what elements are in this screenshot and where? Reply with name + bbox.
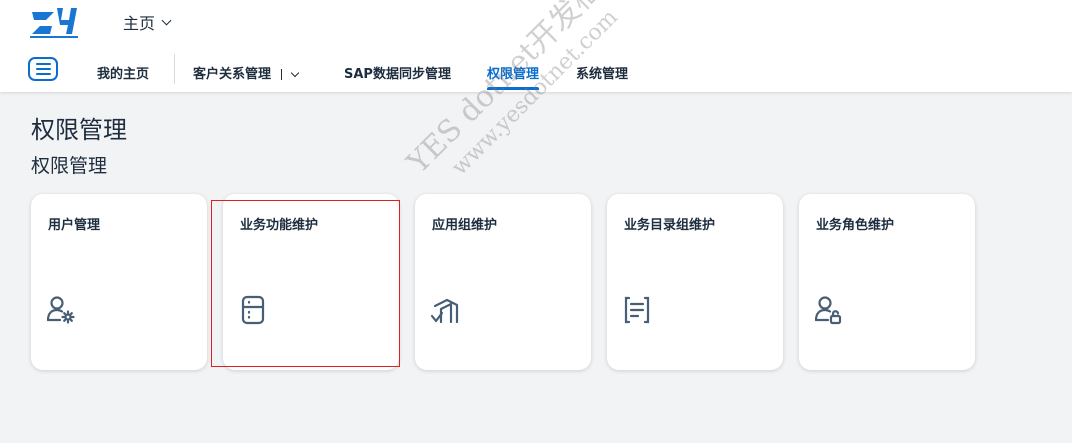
chevron-down-icon xyxy=(161,15,172,25)
tab-label: 我的主页 xyxy=(97,67,150,82)
user-lock-icon xyxy=(814,296,842,325)
menu-line xyxy=(35,63,51,65)
tab-separator xyxy=(281,69,283,80)
tab-system-management[interactable]: 系统管理 xyxy=(576,58,628,92)
tab-permission-management[interactable]: 权限管理 xyxy=(487,58,540,92)
app-group-icon xyxy=(430,298,459,324)
company-logo[interactable] xyxy=(30,4,78,38)
tab-label: 权限管理 xyxy=(487,67,540,82)
menu-line xyxy=(35,68,51,70)
tab-divider xyxy=(174,54,175,84)
page-title: 权限管理 xyxy=(31,116,127,144)
tab-my-home[interactable]: 我的主页 xyxy=(97,58,149,92)
building-icon xyxy=(241,295,265,325)
tile-title: 业务功能维护 xyxy=(240,218,319,233)
user-settings-icon xyxy=(46,296,75,324)
tile-title: 业务角色维护 xyxy=(816,218,895,233)
tab-label: 系统管理 xyxy=(576,67,629,82)
tile-title: 用户管理 xyxy=(48,218,101,233)
tile-app-group[interactable]: 应用组维护 xyxy=(415,194,591,370)
tab-crm[interactable]: 客户关系管理 xyxy=(193,58,300,92)
tile-business-role[interactable]: 业务角色维护 xyxy=(799,194,975,370)
tab-label: 客户关系管理 xyxy=(193,67,272,82)
tile-title: 业务目录组维护 xyxy=(624,218,716,233)
tile-catalog-group[interactable]: 业务目录组维护 xyxy=(607,194,783,370)
chevron-down-icon[interactable] xyxy=(290,68,300,77)
section-title: 权限管理 xyxy=(31,155,108,177)
menu-line xyxy=(35,73,51,75)
tab-label: SAP数据同步管理 xyxy=(344,67,451,82)
tile-user-management[interactable]: 用户管理 xyxy=(31,194,207,370)
side-navigation-button[interactable] xyxy=(28,57,58,81)
home-menu-button[interactable]: 主页 xyxy=(123,10,172,34)
tab-sap-sync[interactable]: SAP数据同步管理 xyxy=(344,58,451,92)
tile-title: 应用组维护 xyxy=(432,218,498,233)
shell-bar: 主页 我的主页 客户关系管理 SAP数据同步管理 权限管理 系统管理 xyxy=(0,0,1072,92)
home-menu-label: 主页 xyxy=(123,14,156,33)
document-list-icon xyxy=(624,296,650,324)
tile-business-function[interactable]: 业务功能维护 xyxy=(223,194,399,370)
